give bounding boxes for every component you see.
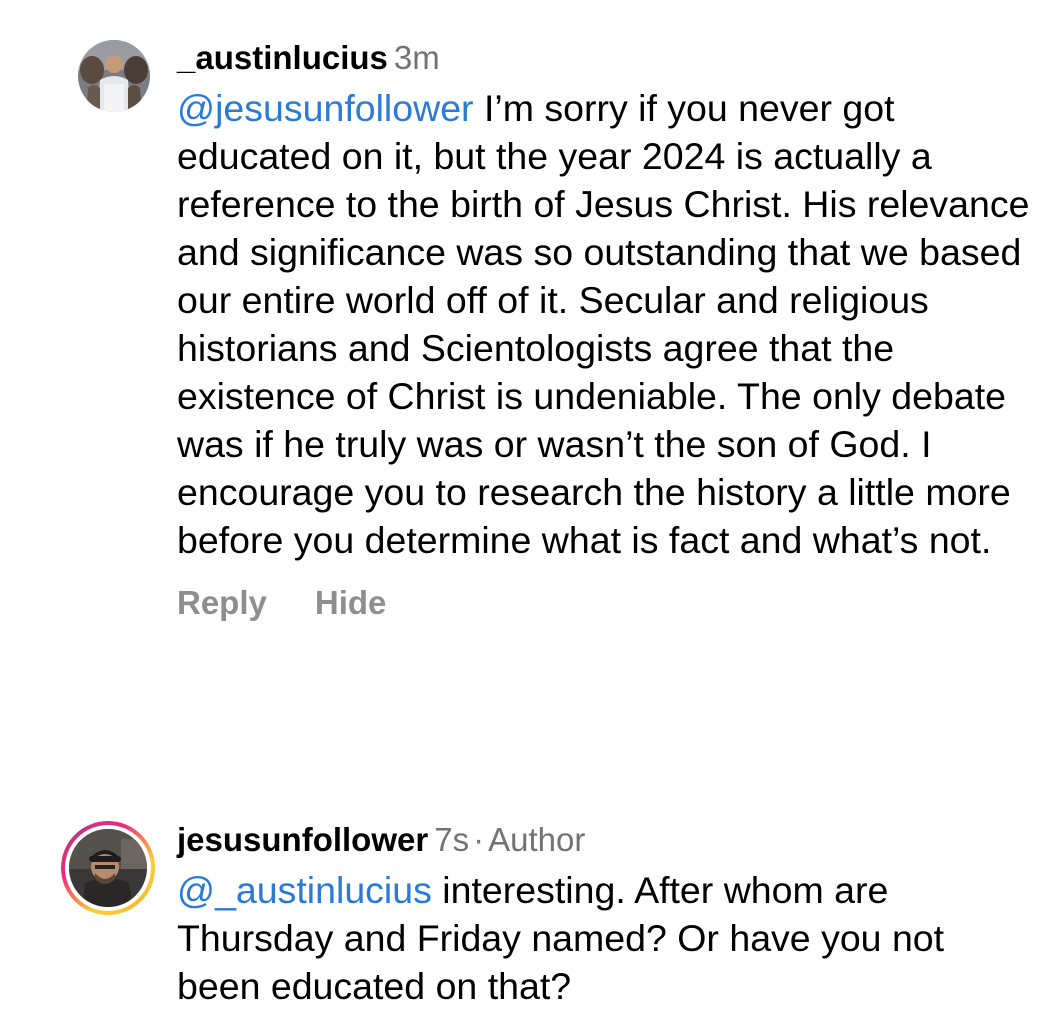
reply-button[interactable]: Reply bbox=[177, 584, 267, 621]
avatar[interactable] bbox=[78, 40, 150, 112]
mention-link[interactable]: @_austinlucius bbox=[177, 869, 432, 911]
profile-photo-icon bbox=[69, 829, 147, 907]
comment-text: @_austinlucius interesting. After whom a… bbox=[177, 866, 1037, 1010]
comment-text: @jesusunfollower I’m sorry if you never … bbox=[177, 84, 1037, 564]
comment-timestamp: 3m bbox=[393, 39, 440, 76]
avatar bbox=[69, 829, 147, 907]
avatar-ring-gap bbox=[65, 825, 151, 911]
comment-username[interactable]: jesusunfollower bbox=[177, 821, 428, 858]
comment-timestamp: 7s bbox=[434, 821, 470, 858]
avatar-story-ring[interactable] bbox=[61, 821, 155, 915]
comment-body: jesusunfollower 7s · Author @_austinlucius … bbox=[177, 820, 1037, 1010]
comment-username[interactable]: _austinlucius bbox=[177, 39, 388, 76]
comment-header: jesusunfollower 7s · Author bbox=[177, 820, 1037, 860]
hide-button[interactable]: Hide bbox=[315, 584, 387, 621]
separator-dot: · bbox=[473, 821, 485, 858]
comment-message: I’m sorry if you never got educated on i… bbox=[177, 87, 1030, 561]
author-badge: Author bbox=[488, 821, 586, 858]
comment-actions: Reply Hide bbox=[177, 584, 1037, 622]
profile-photo-icon bbox=[78, 40, 150, 112]
comment-header: _austinlucius 3m bbox=[177, 38, 1037, 78]
mention-link[interactable]: @jesusunfollower bbox=[177, 87, 474, 129]
comment-body: _austinlucius 3m @jesusunfollower I’m sor… bbox=[177, 38, 1037, 622]
